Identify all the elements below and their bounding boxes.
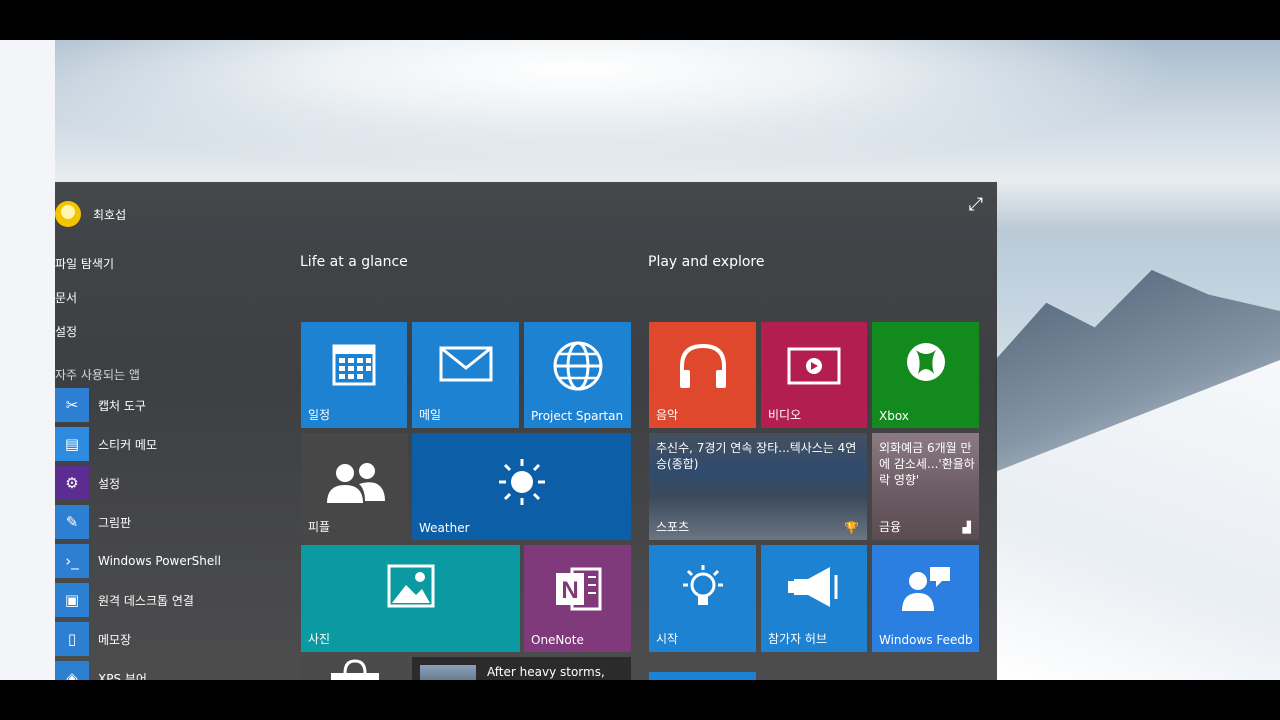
tile-project-spartan[interactable]: Project Spartan — [524, 322, 631, 428]
app-item-snipping-tool[interactable]: ✂ 캡처 도구 — [55, 387, 146, 423]
tile-label: 금융 — [879, 520, 902, 534]
avatar — [55, 201, 81, 227]
globe-icon — [524, 340, 631, 396]
onenote-icon: N — [524, 563, 631, 619]
tile-news[interactable]: After heavy storms, forecasters predict … — [412, 657, 631, 680]
tile-label: 사진 — [308, 632, 331, 646]
feedback-icon — [872, 563, 979, 619]
app-item-powershell[interactable]: ›_ Windows PowerShell — [55, 543, 221, 579]
scissors-icon: ✂ — [55, 388, 89, 422]
headphones-icon — [649, 340, 756, 398]
tile-label: Windows Feedb — [879, 633, 973, 647]
tile-label: 시작 — [656, 632, 679, 646]
remote-desktop-icon: ▣ — [55, 583, 89, 617]
tile-label: 메일 — [419, 408, 442, 422]
file-explorer-link[interactable]: 파일 탐색기 — [55, 255, 114, 272]
tile-money[interactable]: 외화예금 6개월 만에 감소세...'환율하락 영향' 금융 ▟ — [872, 433, 979, 540]
calendar-icon — [301, 340, 407, 392]
tile-label: 참가자 허브 — [768, 632, 828, 646]
app-item-remote-desktop[interactable]: ▣ 원격 데스크톱 연결 — [55, 582, 194, 618]
tile-label: 일정 — [308, 408, 331, 422]
tile-photos[interactable]: 사진 — [301, 545, 520, 652]
tile-onenote[interactable]: N OneNote — [524, 545, 631, 652]
sun-icon — [412, 457, 631, 511]
money-headline: 외화예금 6개월 만에 감소세...'환율하락 영향' — [879, 441, 975, 487]
user-account[interactable]: 최호섭 — [55, 200, 126, 228]
megaphone-icon — [761, 563, 867, 615]
app-item-sticky-notes[interactable]: ▤ 스티커 메모 — [55, 426, 157, 462]
tile-weather[interactable]: Weather — [412, 433, 631, 540]
notepad-icon: ▯ — [55, 622, 89, 656]
app-label: XPS 뷰어 — [98, 671, 147, 681]
news-thumbnail — [420, 665, 476, 680]
expand-icon[interactable]: ⤢ — [969, 194, 983, 215]
gear-icon: ⚙ — [55, 466, 89, 500]
tile-label: Project Spartan — [531, 409, 624, 423]
tile-label: OneNote — [531, 633, 584, 647]
powershell-icon: ›_ — [55, 544, 89, 578]
app-label: 스티커 메모 — [98, 437, 158, 452]
svg-text:N: N — [561, 577, 578, 604]
tile-label: 스포츠 — [656, 520, 690, 534]
tile-label: Xbox — [879, 409, 909, 423]
tile-video[interactable]: 비디오 — [761, 322, 867, 428]
desktop-wallpaper-sky — [0, 40, 1280, 190]
app-label: 원격 데스크톱 연결 — [98, 593, 194, 608]
sports-headline: 추신수, 7경기 연속 장타...텍사스는 4연승(종합) — [656, 441, 857, 471]
trophy-icon: 🏆 — [844, 521, 859, 535]
tile-store[interactable] — [301, 657, 408, 680]
sticky-note-icon: ▤ — [55, 427, 89, 461]
tile-mail[interactable]: 메일 — [412, 322, 519, 428]
tile-label: 비디오 — [768, 408, 802, 422]
tile-insider-hub[interactable]: 참가자 허브 — [761, 545, 867, 652]
tile-people[interactable]: 피플 — [301, 433, 408, 540]
xps-icon: ◈ — [55, 661, 89, 680]
tile-label: 피플 — [308, 520, 331, 534]
settings-link[interactable]: 설정 — [55, 323, 77, 340]
app-item-settings[interactable]: ⚙ 설정 — [55, 465, 120, 501]
app-item-xps-viewer[interactable]: ◈ XPS 뷰어 — [55, 660, 147, 680]
app-item-paint[interactable]: ✎ 그림판 — [55, 504, 131, 540]
tile-label: Weather — [419, 521, 470, 535]
left-window-edge — [0, 40, 55, 680]
start-menu: 최호섭 ⤢ 파일 탐색기 문서 설정 자주 사용되는 앱 ✂ 캡처 도구 ▤ 스… — [55, 182, 997, 680]
group-title-play[interactable]: Play and explore — [648, 254, 765, 270]
most-used-title: 자주 사용되는 앱 — [55, 368, 140, 382]
video-icon — [761, 346, 867, 392]
desktop: 최호섭 ⤢ 파일 탐색기 문서 설정 자주 사용되는 앱 ✂ 캡처 도구 ▤ 스… — [0, 40, 1280, 680]
photo-icon — [301, 563, 520, 613]
paint-icon: ✎ — [55, 505, 89, 539]
tile-sports[interactable]: 추신수, 7경기 연속 장타...텍사스는 4연승(종합) 스포츠 🏆 — [649, 433, 867, 540]
app-label: Windows PowerShell — [98, 554, 221, 568]
news-headline: After heavy storms, forecasters predict … — [487, 665, 605, 679]
app-item-notepad[interactable]: ▯ 메모장 — [55, 621, 131, 657]
tile-windows-feedback[interactable]: Windows Feedb — [872, 545, 979, 652]
tile-partial[interactable] — [649, 672, 756, 680]
documents-link[interactable]: 문서 — [55, 289, 77, 306]
tile-get-started[interactable]: 시작 — [649, 545, 756, 652]
xbox-icon — [872, 340, 979, 388]
group-title-life[interactable]: Life at a glance — [300, 254, 408, 270]
app-label: 그림판 — [98, 515, 132, 530]
store-bag-icon — [301, 659, 408, 680]
app-label: 캡처 도구 — [98, 398, 146, 413]
app-label: 설정 — [98, 476, 121, 491]
user-name: 최호섭 — [93, 207, 127, 222]
tile-label: 음악 — [656, 408, 679, 422]
people-icon — [301, 459, 408, 511]
app-label: 메모장 — [98, 632, 132, 647]
lightbulb-icon — [649, 563, 756, 619]
tile-calendar[interactable]: 일정 — [301, 322, 407, 428]
chart-icon: ▟ — [962, 521, 971, 534]
tile-music[interactable]: 음악 — [649, 322, 756, 428]
mail-icon — [412, 340, 519, 392]
tile-xbox[interactable]: Xbox — [872, 322, 979, 428]
